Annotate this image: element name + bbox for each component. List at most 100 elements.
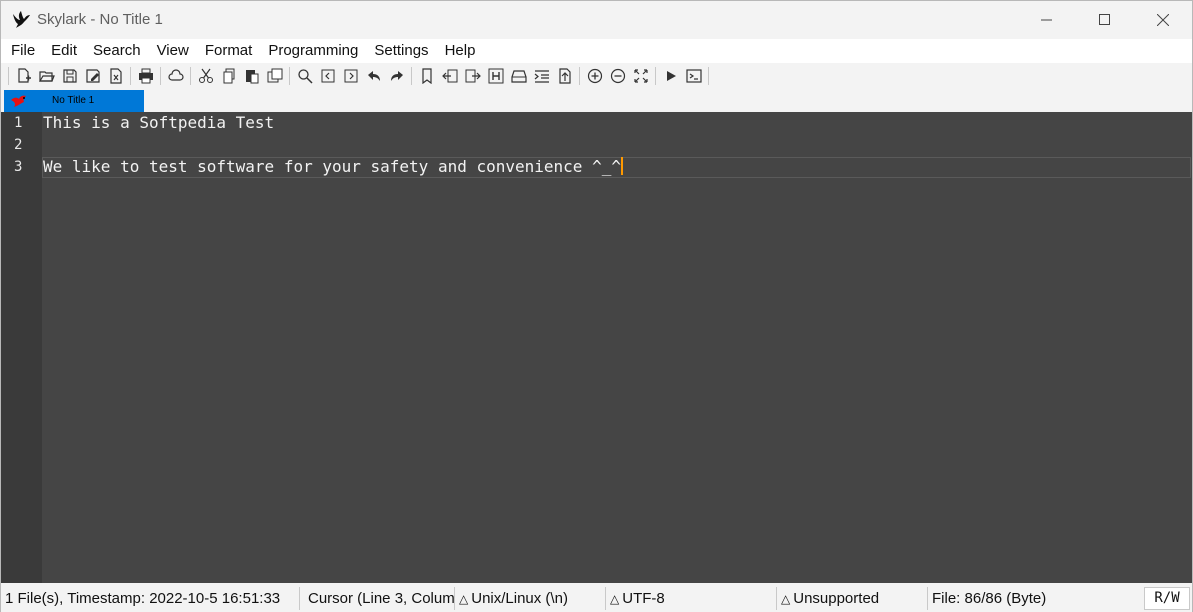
hex-button[interactable] — [484, 65, 507, 87]
menu-edit[interactable]: Edit — [43, 39, 85, 63]
upload-icon — [558, 68, 571, 84]
console-button[interactable] — [682, 65, 705, 87]
close-button[interactable] — [1134, 1, 1192, 39]
toolbar-separator — [579, 67, 580, 85]
skylark-bird-tab-icon — [10, 94, 28, 108]
find-prev-button[interactable] — [316, 65, 339, 87]
list-indent-button[interactable] — [530, 65, 553, 87]
fullscreen-button[interactable] — [629, 65, 652, 87]
skylark-bird-icon — [11, 10, 31, 30]
toolbar-separator — [130, 67, 131, 85]
minimize-button[interactable] — [1018, 1, 1076, 39]
status-unsupported[interactable]: △ Unsupported — [777, 585, 927, 612]
minimize-icon — [1041, 19, 1052, 21]
prev-icon — [321, 69, 334, 83]
line-number: 2 — [14, 137, 23, 153]
menu-help[interactable]: Help — [437, 39, 484, 63]
status-files: 1 File(s), Timestamp: 2022-10-5 16:51:33 — [5, 590, 281, 607]
console-icon — [685, 69, 702, 83]
find-icon — [297, 69, 313, 84]
upload-button[interactable] — [553, 65, 576, 87]
menu-search[interactable]: Search — [85, 39, 149, 63]
new-file-button[interactable] — [12, 65, 35, 87]
undo-icon — [367, 71, 380, 81]
status-encoding-label: UTF-8 — [622, 590, 665, 607]
list-indent-icon — [534, 70, 549, 83]
menu-view[interactable]: View — [149, 39, 197, 63]
paste-icon — [245, 70, 258, 84]
zoom-in-button[interactable] — [583, 65, 606, 87]
find-button[interactable] — [293, 65, 316, 87]
triangle-icon: △ — [610, 592, 620, 606]
toolbar — [1, 63, 1192, 89]
run-icon — [666, 71, 676, 81]
tab-no-title-1[interactable]: No Title 1 — [4, 90, 144, 112]
triangle-icon: △ — [781, 592, 791, 606]
find-next-button[interactable] — [339, 65, 362, 87]
drive-button[interactable] — [507, 65, 530, 87]
indent-left-icon — [441, 69, 457, 83]
toolbar-separator — [190, 67, 191, 85]
line-number-gutter: 1 2 3 — [1, 112, 42, 583]
copy-icon — [223, 68, 234, 84]
toolbar-separator — [411, 67, 412, 85]
code-line[interactable]: We like to test software for your safety… — [43, 156, 623, 178]
line-number: 1 — [14, 115, 23, 131]
toolbar-separator — [160, 67, 161, 85]
status-encoding[interactable]: △ UTF-8 — [606, 585, 776, 612]
zoom-out-icon — [610, 68, 625, 84]
status-bar: 1 File(s), Timestamp: 2022-10-5 16:51:33… — [1, 585, 1192, 612]
line-number: 3 — [14, 159, 23, 175]
save-button[interactable] — [58, 65, 81, 87]
status-eol-label: Unix/Linux (\n) — [471, 590, 568, 607]
read-write-toggle[interactable]: R/W — [1144, 587, 1190, 610]
open-folder-icon — [38, 71, 55, 82]
zoom-in-icon — [587, 68, 602, 84]
indent-left-button[interactable] — [438, 65, 461, 87]
code-line[interactable]: This is a Softpedia Test — [43, 112, 274, 134]
menu-file[interactable]: File — [3, 39, 43, 63]
hex-icon — [488, 68, 503, 84]
cut-button[interactable] — [194, 65, 217, 87]
menu-format[interactable]: Format — [197, 39, 261, 63]
save-as-button[interactable] — [81, 65, 104, 87]
undo-button[interactable] — [362, 65, 385, 87]
triangle-icon: △ — [459, 592, 469, 606]
new-file-icon — [17, 68, 31, 83]
bookmark-icon — [421, 68, 432, 84]
close-icon — [1157, 14, 1169, 26]
print-icon — [138, 68, 153, 84]
status-cursor: Cursor (Line 3, Column 61) — [308, 590, 454, 607]
tab-label: No Title 1 — [52, 95, 95, 106]
duplicate-button[interactable] — [263, 65, 286, 87]
open-file-button[interactable] — [35, 65, 58, 87]
paste-button[interactable] — [240, 65, 263, 87]
indent-right-icon — [465, 69, 481, 83]
run-button[interactable] — [659, 65, 682, 87]
toolbar-separator — [655, 67, 656, 85]
hdd-icon — [510, 70, 527, 83]
menu-settings[interactable]: Settings — [366, 39, 436, 63]
title-bar: Skylark - No Title 1 — [1, 1, 1192, 39]
status-unsupported-label: Unsupported — [793, 590, 880, 607]
editor-area[interactable]: 1 2 3 This is a Softpedia Test We like t… — [1, 112, 1192, 583]
cloud-button[interactable] — [164, 65, 187, 87]
menu-programming[interactable]: Programming — [260, 39, 366, 63]
close-file-icon — [109, 68, 122, 84]
code-line-text: We like to test software for your safety… — [43, 157, 621, 176]
fullscreen-icon — [633, 69, 648, 83]
print-button[interactable] — [134, 65, 157, 87]
close-file-button[interactable] — [104, 65, 127, 87]
window-title: Skylark - No Title 1 — [37, 11, 163, 28]
copy-button[interactable] — [217, 65, 240, 87]
bookmark-button[interactable] — [415, 65, 438, 87]
cut-icon — [198, 68, 213, 83]
save-icon — [62, 69, 77, 83]
maximize-button[interactable] — [1076, 1, 1134, 39]
redo-button[interactable] — [385, 65, 408, 87]
code-line-text: This is a Softpedia Test — [43, 113, 275, 132]
zoom-out-button[interactable] — [606, 65, 629, 87]
text-caret — [620, 157, 623, 175]
status-eol[interactable]: △ Unix/Linux (\n) — [455, 585, 605, 612]
indent-right-button[interactable] — [461, 65, 484, 87]
